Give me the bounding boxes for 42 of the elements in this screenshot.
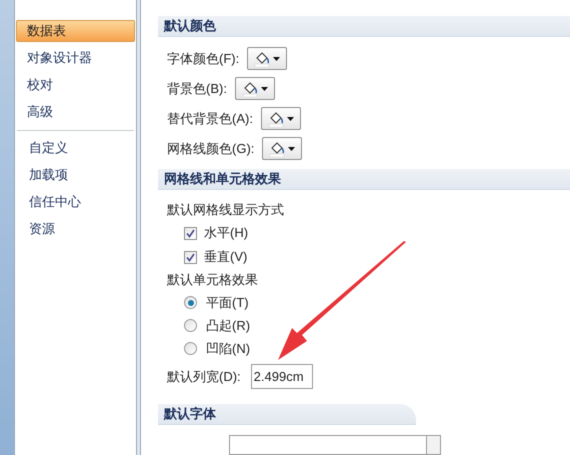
column-width-field[interactable]: 2.499cm <box>250 364 313 389</box>
gridlines-label: 默认网格线显示方式 <box>167 201 285 220</box>
color-label: 替代背景色(A): <box>167 110 253 128</box>
radio-button[interactable] <box>184 296 197 309</box>
sidebar-item[interactable]: 自定义 <box>18 137 133 159</box>
radio-label: 凸起(R) <box>206 316 250 335</box>
paint-bucket-icon <box>268 110 284 126</box>
color-picker-button[interactable] <box>262 137 302 160</box>
radio-button[interactable] <box>184 319 197 332</box>
dropdown-arrow-icon <box>273 56 280 60</box>
sidebar-item[interactable]: 信任中心 <box>18 191 133 213</box>
section-header: 默认字体 <box>158 404 416 425</box>
sidebar-item[interactable]: 数据表 <box>16 20 135 42</box>
sidebar-item[interactable]: 对象设计器 <box>16 47 135 69</box>
color-picker-button[interactable] <box>247 47 288 70</box>
cell-effect-label: 默认单元格效果 <box>167 271 259 290</box>
color-label: 背景色(B): <box>167 80 227 98</box>
paint-bucket-icon <box>242 80 258 96</box>
column-width-label: 默认列宽(D): <box>167 368 241 386</box>
sidebar-item[interactable]: 高级 <box>16 101 135 123</box>
paint-bucket-icon <box>269 140 286 156</box>
section-header: 网格线和单元格效果 <box>158 169 570 190</box>
checkbox[interactable] <box>184 226 197 240</box>
color-label: 网格线颜色(G): <box>167 140 254 158</box>
checkbox-label: 水平(H) <box>204 224 248 242</box>
paint-bucket-icon <box>254 50 270 66</box>
sidebar-item[interactable]: 加载项 <box>18 164 133 186</box>
color-label: 字体颜色(F): <box>167 50 240 68</box>
sidebar-item[interactable]: 资源 <box>18 218 133 240</box>
color-picker-button[interactable] <box>234 77 275 100</box>
checkbox-label: 垂直(V) <box>204 248 248 266</box>
font-dropdown[interactable] <box>229 435 441 455</box>
radio-label: 凹陷(N) <box>206 340 250 358</box>
color-picker-button[interactable] <box>260 107 301 130</box>
sidebar-item[interactable]: 校对 <box>16 74 135 96</box>
dropdown-arrow-icon <box>288 146 296 150</box>
dropdown-arrow-icon <box>286 116 294 120</box>
radio-button[interactable] <box>184 342 197 355</box>
dropdown-arrow-icon <box>260 86 268 90</box>
radio-label: 平面(T) <box>206 294 249 312</box>
checkbox[interactable] <box>184 250 197 264</box>
section-header: 默认颜色 <box>158 16 570 37</box>
